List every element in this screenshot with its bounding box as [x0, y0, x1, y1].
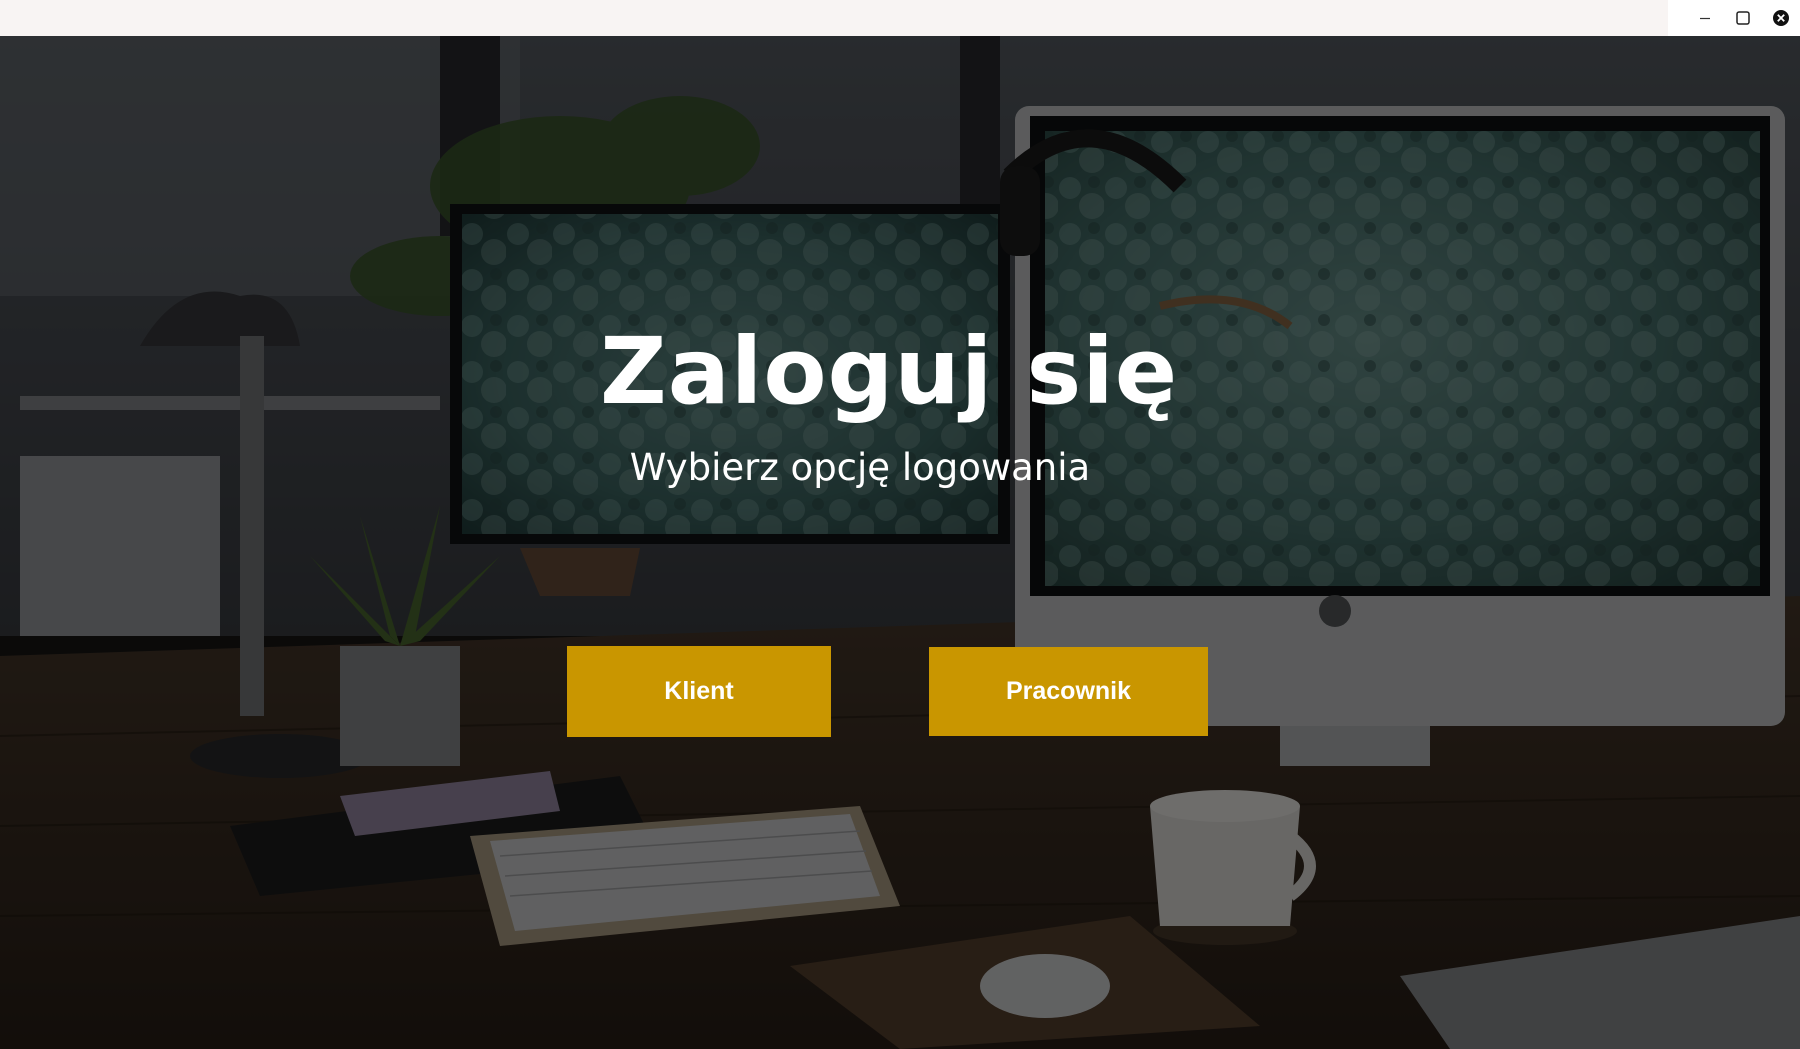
employee-login-button[interactable]: Pracownik [929, 647, 1208, 736]
window-titlebar [0, 0, 1800, 36]
close-button[interactable] [1762, 0, 1800, 36]
page-title: Zaloguj się [600, 318, 1179, 425]
window-controls [1668, 0, 1800, 36]
maximize-button[interactable] [1724, 0, 1762, 36]
login-panel: Zaloguj się Wybierz opcję logowania Klie… [0, 36, 1800, 1049]
close-icon [1773, 10, 1789, 26]
maximize-icon [1736, 11, 1750, 25]
page-subtitle: Wybierz opcję logowania [629, 446, 1091, 489]
minimize-icon [1700, 17, 1710, 20]
minimize-button[interactable] [1686, 0, 1724, 36]
client-login-button[interactable]: Klient [567, 646, 831, 737]
